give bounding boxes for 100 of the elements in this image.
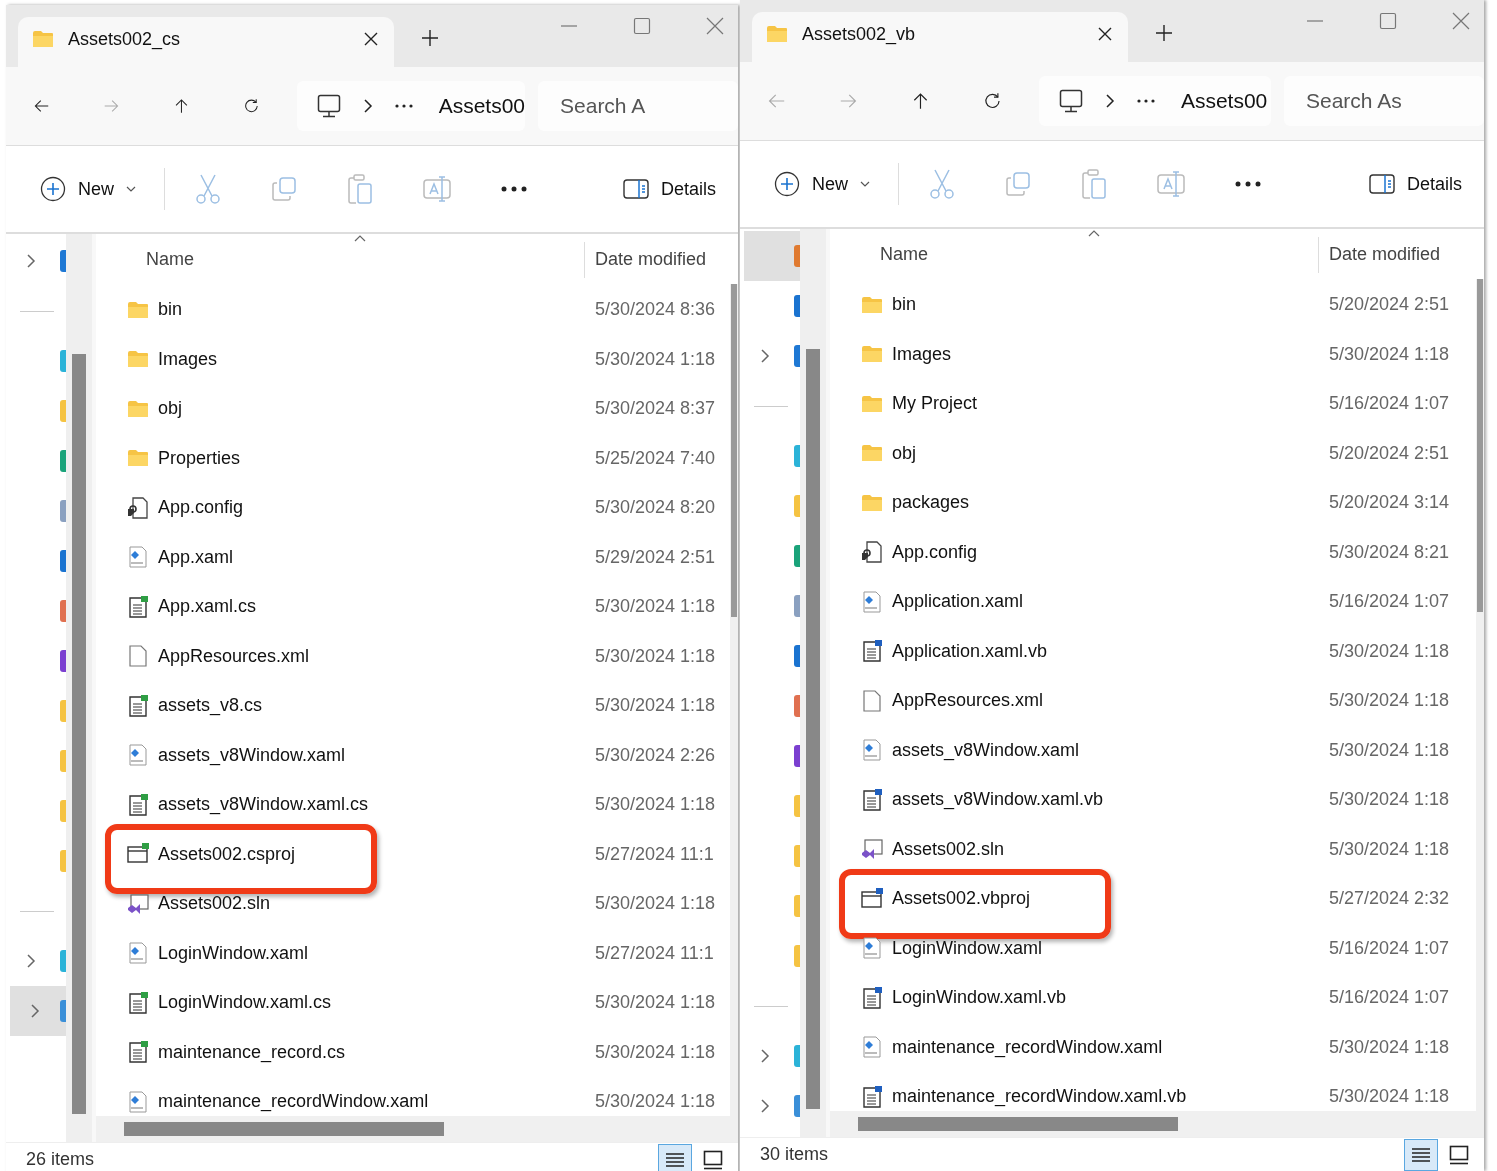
more-icon[interactable]: [394, 104, 413, 108]
file-name: assets_v8Window.xaml.cs: [158, 794, 369, 816]
breadcrumb[interactable]: Assets00: [438, 94, 525, 118]
file-name: assets_v8Window.xaml: [158, 744, 346, 766]
up-icon[interactable]: [911, 90, 929, 112]
cut-icon[interactable]: [195, 174, 221, 204]
cut-icon[interactable]: [929, 169, 955, 199]
tile-icon: [1449, 1145, 1469, 1165]
date-modified: 5/30/2024 2:26: [595, 744, 716, 766]
date-modified: 5/30/2024 1:18: [1329, 1036, 1450, 1058]
date-modified: 5/30/2024 1:18: [595, 596, 716, 618]
details-view-button[interactable]: [658, 1144, 692, 1171]
address-bar[interactable]: Assets00: [1038, 76, 1271, 126]
file-name: Assets002.csproj: [158, 843, 296, 865]
window-tab[interactable]: Assets002_vb: [752, 12, 1128, 62]
rename-icon[interactable]: [423, 176, 451, 202]
scrollbar[interactable]: [66, 234, 96, 1142]
more-icon[interactable]: [1136, 99, 1155, 103]
copy-icon[interactable]: [1005, 171, 1031, 197]
tab-title: Assets002_cs: [68, 28, 182, 50]
file-name: Assets002.sln: [158, 893, 271, 915]
more-icon[interactable]: [501, 186, 527, 192]
list-icon: [1411, 1147, 1431, 1163]
chevron-icon[interactable]: [362, 99, 373, 113]
new-tab-icon[interactable]: [421, 29, 439, 47]
date-modified: 5/29/2024 2:51: [595, 546, 716, 568]
folder-icon: [32, 30, 54, 48]
date-modified: 5/20/2024 3:14: [1329, 492, 1450, 514]
search-field[interactable]: Search A: [538, 81, 738, 131]
file-name: AppResources.xml: [892, 690, 1044, 712]
file-name: packages: [892, 492, 970, 514]
scrollbar[interactable]: [830, 1111, 1484, 1137]
file-name: assets_v8Window.xaml.vb: [892, 789, 1104, 811]
file-name: LoginWindow.xaml.vb: [892, 987, 1067, 1009]
date-modified: 5/30/2024 1:18: [1329, 739, 1450, 761]
more-icon[interactable]: [1235, 181, 1261, 187]
folder-icon: [766, 25, 788, 43]
column-header[interactable]: Date modified: [595, 248, 707, 270]
column-header[interactable]: Name: [146, 248, 194, 270]
file-name: maintenance_recordWindow.xaml.vb: [892, 1086, 1187, 1108]
file-name: assets_v8.cs: [158, 695, 263, 717]
rename-icon[interactable]: [1157, 171, 1185, 197]
date-modified: 5/30/2024 1:18: [1329, 640, 1450, 662]
date-modified: 5/27/2024 11:1: [595, 843, 714, 865]
caret-icon: [860, 181, 870, 187]
details-view-button[interactable]: [1404, 1139, 1438, 1171]
close-icon[interactable]: [364, 32, 378, 46]
date-modified: 5/30/2024 1:18: [595, 1091, 716, 1113]
details-button[interactable]: Details: [614, 170, 724, 208]
file-name: My Project: [892, 393, 978, 415]
new-button[interactable]: New: [766, 163, 878, 205]
file-name: Application.xaml: [892, 591, 1024, 613]
maximize-icon[interactable]: [1379, 12, 1397, 30]
date-modified: 5/30/2024 1:18: [595, 348, 716, 370]
computer-icon: [1058, 89, 1083, 113]
scrollbar-thumb[interactable]: [731, 284, 737, 617]
file-name: Assets002.vbproj: [892, 888, 1031, 910]
file-name: Properties: [158, 447, 241, 469]
maximize-icon[interactable]: [633, 17, 651, 35]
paste-icon[interactable]: [347, 174, 373, 204]
file-name: App.xaml.cs: [158, 596, 257, 618]
paste-icon[interactable]: [1081, 169, 1107, 199]
file-name: bin: [158, 299, 183, 321]
chevron-icon[interactable]: [1104, 94, 1115, 108]
file-name: App.config: [158, 497, 244, 519]
plus-circle-icon: [774, 171, 800, 197]
scrollbar[interactable]: [96, 1116, 738, 1142]
details-button[interactable]: Details: [1360, 165, 1470, 203]
scrollbar[interactable]: [1476, 279, 1484, 1111]
scrollbar[interactable]: [730, 284, 738, 1116]
close-icon[interactable]: [1098, 27, 1112, 41]
scrollbar[interactable]: [800, 229, 830, 1137]
copy-icon[interactable]: [271, 176, 297, 202]
new-button[interactable]: New: [32, 168, 144, 210]
tile-icon: [703, 1150, 723, 1170]
scrollbar-thumb[interactable]: [124, 1122, 444, 1136]
date-modified: 5/30/2024 1:18: [595, 695, 716, 717]
new-tab-icon[interactable]: [1155, 24, 1173, 42]
date-modified: 5/16/2024 1:07: [1329, 393, 1450, 415]
address-bar[interactable]: Assets00: [296, 81, 525, 131]
scrollbar-thumb[interactable]: [806, 349, 820, 1109]
sidebar-item[interactable]: [10, 986, 66, 1036]
scrollbar-thumb[interactable]: [1477, 279, 1483, 612]
file-name: App.config: [892, 541, 978, 563]
column-header[interactable]: Date modified: [1329, 243, 1441, 265]
scrollbar-thumb[interactable]: [72, 354, 86, 1114]
date-modified: 5/30/2024 1:18: [1329, 789, 1450, 811]
date-modified: 5/25/2024 7:40: [595, 447, 716, 469]
date-modified: 5/30/2024 8:37: [595, 398, 716, 420]
date-modified: 5/30/2024 8:36: [595, 299, 716, 321]
breadcrumb[interactable]: Assets00: [1180, 89, 1268, 113]
window-tab[interactable]: Assets002_cs: [18, 17, 394, 67]
date-modified: 5/30/2024 8:20: [595, 497, 716, 519]
date-modified: 5/30/2024 1:18: [595, 794, 716, 816]
scrollbar-thumb[interactable]: [858, 1117, 1178, 1131]
date-modified: 5/30/2024 1:18: [595, 992, 716, 1014]
tab-title: Assets002_vb: [802, 23, 917, 45]
file-name: obj: [892, 442, 917, 464]
search-field[interactable]: Search As: [1284, 76, 1484, 126]
column-header[interactable]: Name: [880, 243, 928, 265]
